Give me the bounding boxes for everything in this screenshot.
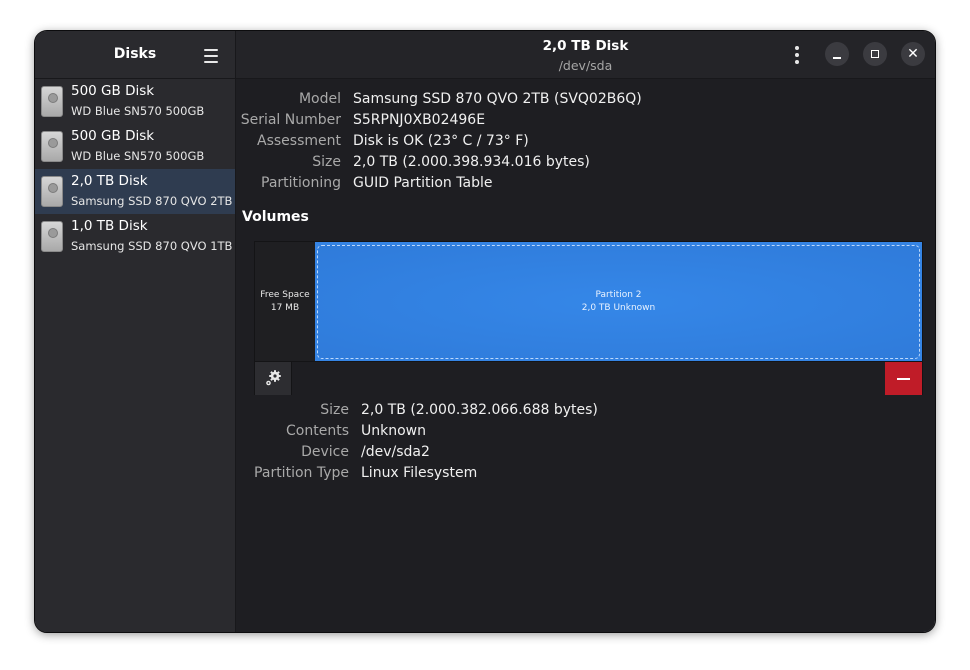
minus-icon xyxy=(897,378,910,380)
partition-value: 2,0 TB (2.000.382.066.688 bytes) xyxy=(361,402,598,418)
free-space-size: 17 MB xyxy=(270,303,300,313)
disk-model: WD Blue SN570 500GB xyxy=(71,104,205,118)
minimize-icon xyxy=(833,57,841,59)
info-key: Partitioning xyxy=(261,175,341,191)
minimize-button[interactable] xyxy=(825,42,849,66)
disk-name: 2,0 TB Disk xyxy=(71,173,148,189)
disk-model: Samsung SSD 870 QVO 2TB xyxy=(71,194,233,208)
partition-row-type: Partition Type Linux Filesystem xyxy=(236,465,935,485)
hamburger-icon[interactable] xyxy=(199,44,223,68)
maximize-icon xyxy=(871,50,879,58)
info-key: Model xyxy=(298,91,341,107)
disk-item-500gb-1[interactable]: 500 GB Disk WD Blue SN570 500GB xyxy=(35,79,235,124)
info-value: 2,0 TB (2.000.398.934.016 bytes) xyxy=(353,154,590,170)
partition-options-button[interactable] xyxy=(255,362,292,395)
hard-disk-icon xyxy=(41,176,63,207)
info-key: Size xyxy=(312,154,341,170)
disk-details: Model Samsung SSD 870 QVO 2TB (SVQ02B6Q)… xyxy=(236,79,935,632)
info-value: Samsung SSD 870 QVO 2TB (SVQ02B6Q) xyxy=(353,91,642,107)
partition-label: Partition 2 xyxy=(595,290,642,300)
partition-value: Linux Filesystem xyxy=(361,465,478,481)
hard-disk-icon xyxy=(41,221,63,252)
disk-item-2tb[interactable]: 2,0 TB Disk Samsung SSD 870 QVO 2TB xyxy=(35,169,235,214)
info-value: Disk is OK (23° C / 73° F) xyxy=(353,133,529,149)
partition-2-segment[interactable]: Partition 2 2,0 TB Unknown xyxy=(315,242,922,361)
partition-key: Device xyxy=(301,444,349,460)
hard-disk-icon xyxy=(41,131,63,162)
info-key: Serial Number xyxy=(240,112,341,128)
delete-partition-button[interactable] xyxy=(885,362,922,395)
volume-map: Free Space 17 MB Partition 2 2,0 TB Unkn… xyxy=(254,241,923,395)
partition-key: Partition Type xyxy=(254,465,349,481)
more-options-icon[interactable] xyxy=(787,44,807,66)
free-space-label: Free Space xyxy=(260,290,310,300)
info-value: S5RPNJ0XB02496E xyxy=(353,112,486,128)
disk-item-500gb-2[interactable]: 500 GB Disk WD Blue SN570 500GB xyxy=(35,124,235,169)
disk-name: 500 GB Disk xyxy=(71,83,155,99)
partition-key: Size xyxy=(320,402,349,418)
partition-value: /dev/sda2 xyxy=(361,444,430,460)
hard-disk-icon xyxy=(41,86,63,117)
maximize-button[interactable] xyxy=(863,42,887,66)
partition-row-device: Device /dev/sda2 xyxy=(236,444,935,464)
close-icon: ✕ xyxy=(907,46,919,62)
sidebar: Disks 500 GB Disk WD Blue SN570 500GB 50… xyxy=(35,31,236,632)
disk-name: 1,0 TB Disk xyxy=(71,218,148,234)
partition-key: Contents xyxy=(286,423,349,439)
info-row-serial: Serial Number S5RPNJ0XB02496E xyxy=(236,112,935,132)
disk-model: WD Blue SN570 500GB xyxy=(71,149,205,163)
disk-model: Samsung SSD 870 QVO 1TB xyxy=(71,239,233,253)
disks-window: Disks 500 GB Disk WD Blue SN570 500GB 50… xyxy=(34,30,936,633)
info-key: Assessment xyxy=(257,133,341,149)
volumes-heading: Volumes xyxy=(242,209,309,225)
info-row-model: Model Samsung SSD 870 QVO 2TB (SVQ02B6Q) xyxy=(236,91,935,111)
disk-name: 500 GB Disk xyxy=(71,128,155,144)
disk-list: 500 GB Disk WD Blue SN570 500GB 500 GB D… xyxy=(35,79,235,259)
info-row-partitioning: Partitioning GUID Partition Table xyxy=(236,175,935,195)
header-bar: 2,0 TB Disk /dev/sda ✕ xyxy=(236,31,935,79)
disk-item-1tb[interactable]: 1,0 TB Disk Samsung SSD 870 QVO 1TB xyxy=(35,214,235,259)
gears-icon xyxy=(266,370,281,386)
partition-row-contents: Contents Unknown xyxy=(236,423,935,443)
info-row-size: Size 2,0 TB (2.000.398.934.016 bytes) xyxy=(236,154,935,174)
close-button[interactable]: ✕ xyxy=(901,42,925,66)
partition-size: 2,0 TB Unknown xyxy=(581,303,656,313)
volume-toolbar xyxy=(255,361,922,395)
info-row-assessment: Assessment Disk is OK (23° C / 73° F) xyxy=(236,133,935,153)
free-space-segment[interactable]: Free Space 17 MB xyxy=(255,242,316,361)
info-value: GUID Partition Table xyxy=(353,175,493,191)
sidebar-header: Disks xyxy=(35,31,235,79)
partition-row-size: Size 2,0 TB (2.000.382.066.688 bytes) xyxy=(236,402,935,422)
partition-value: Unknown xyxy=(361,423,426,439)
